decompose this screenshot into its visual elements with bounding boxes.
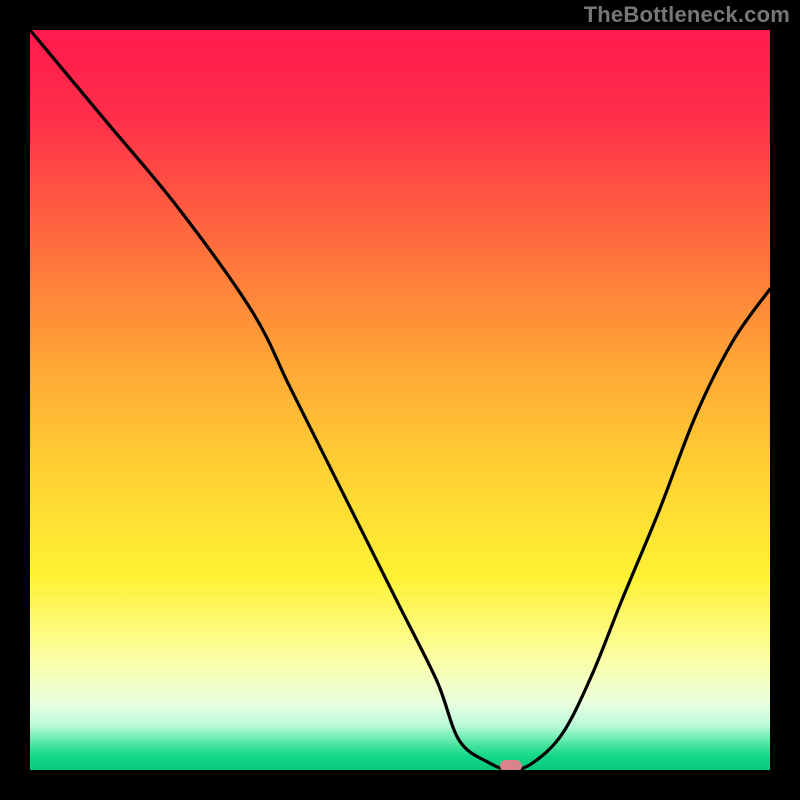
bottleneck-curve (30, 30, 770, 770)
chart-frame: TheBottleneck.com (0, 0, 800, 800)
watermark-text: TheBottleneck.com (584, 2, 790, 28)
optimal-marker (500, 760, 522, 770)
plot-area (30, 30, 770, 770)
